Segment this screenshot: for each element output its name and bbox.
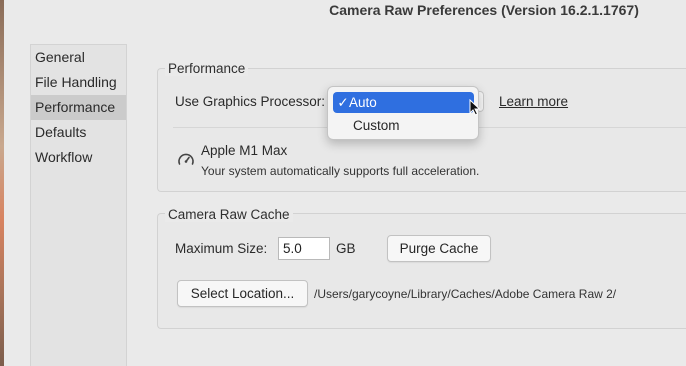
select-location-button[interactable]: Select Location...	[177, 280, 308, 307]
sidebar-item-general[interactable]: General	[31, 45, 126, 70]
purge-cache-button[interactable]: Purge Cache	[387, 235, 491, 262]
gpu-label: Use Graphics Processor:	[175, 94, 326, 109]
max-size-label: Maximum Size:	[175, 241, 268, 256]
gpu-status-text: Your system automatically supports full …	[201, 164, 480, 178]
sidebar-item-defaults[interactable]: Defaults	[31, 120, 126, 145]
cache-group	[157, 213, 686, 329]
window-title: Camera Raw Preferences (Version 16.2.1.1…	[4, 0, 686, 26]
mouse-pointer-icon	[469, 99, 481, 116]
window-title-text: Camera Raw Preferences (Version 16.2.1.1…	[329, 2, 639, 18]
cache-path: /Users/garycoyne/Library/Caches/Adobe Ca…	[314, 287, 617, 301]
preferences-sidebar: General File Handling Performance Defaul…	[30, 44, 127, 366]
size-unit: GB	[336, 241, 356, 256]
checkmark-icon: ✓	[337, 95, 349, 110]
sidebar-item-file-handling[interactable]: File Handling	[31, 70, 126, 95]
learn-more-link[interactable]: Learn more	[499, 94, 568, 109]
gpu-name: Apple M1 Max	[201, 143, 288, 158]
sidebar-item-workflow[interactable]: Workflow	[31, 145, 126, 170]
gpu-option-auto-label: Auto	[349, 95, 377, 110]
gpu-option-auto[interactable]: ✓Auto	[333, 92, 474, 113]
gpu-option-custom[interactable]: Custom	[333, 115, 474, 136]
gauge-icon	[178, 153, 194, 165]
cache-group-label: Camera Raw Cache	[165, 207, 293, 222]
sidebar-item-performance[interactable]: Performance	[31, 95, 126, 120]
gpu-dropdown-menu: ✓Auto Custom	[327, 86, 479, 140]
preferences-window: Camera Raw Preferences (Version 16.2.1.1…	[4, 0, 686, 366]
max-size-input[interactable]: 5.0	[278, 237, 330, 260]
performance-group-label: Performance	[165, 61, 249, 76]
